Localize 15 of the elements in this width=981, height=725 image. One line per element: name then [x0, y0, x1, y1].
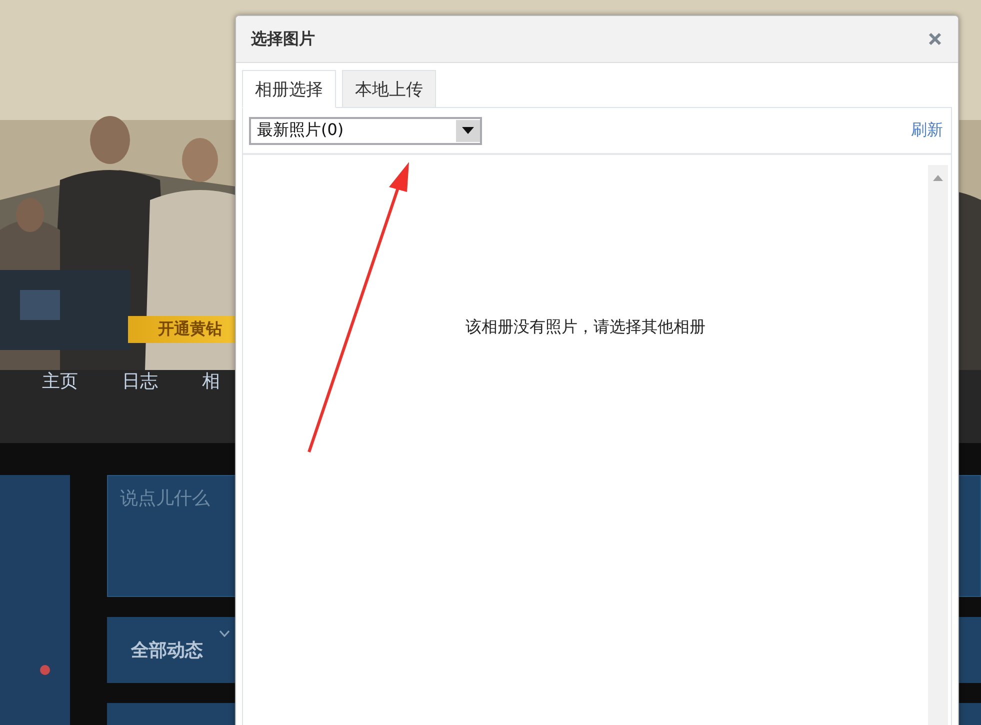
tab[interactable]: 相册选择: [242, 70, 336, 108]
chevron-down-icon: [219, 630, 230, 637]
close-icon[interactable]: [928, 32, 942, 46]
scrollbar[interactable]: [928, 165, 948, 725]
notification-dot: [40, 665, 50, 675]
empty-message: 该相册没有照片，请选择其他相册: [466, 317, 706, 338]
tab[interactable]: 本地上传: [342, 70, 436, 108]
scroll-up-icon[interactable]: [933, 175, 943, 181]
refresh-link[interactable]: 刷新: [911, 120, 943, 141]
nav-link[interactable]: 日志: [122, 370, 158, 393]
nav-link[interactable]: 相: [202, 370, 220, 393]
dropdown-caret-icon: [462, 127, 474, 134]
nav-link[interactable]: 主页: [42, 370, 78, 393]
album-dropdown[interactable]: 最新照片(0): [249, 116, 482, 144]
dialog-title: 选择图片: [251, 28, 315, 50]
